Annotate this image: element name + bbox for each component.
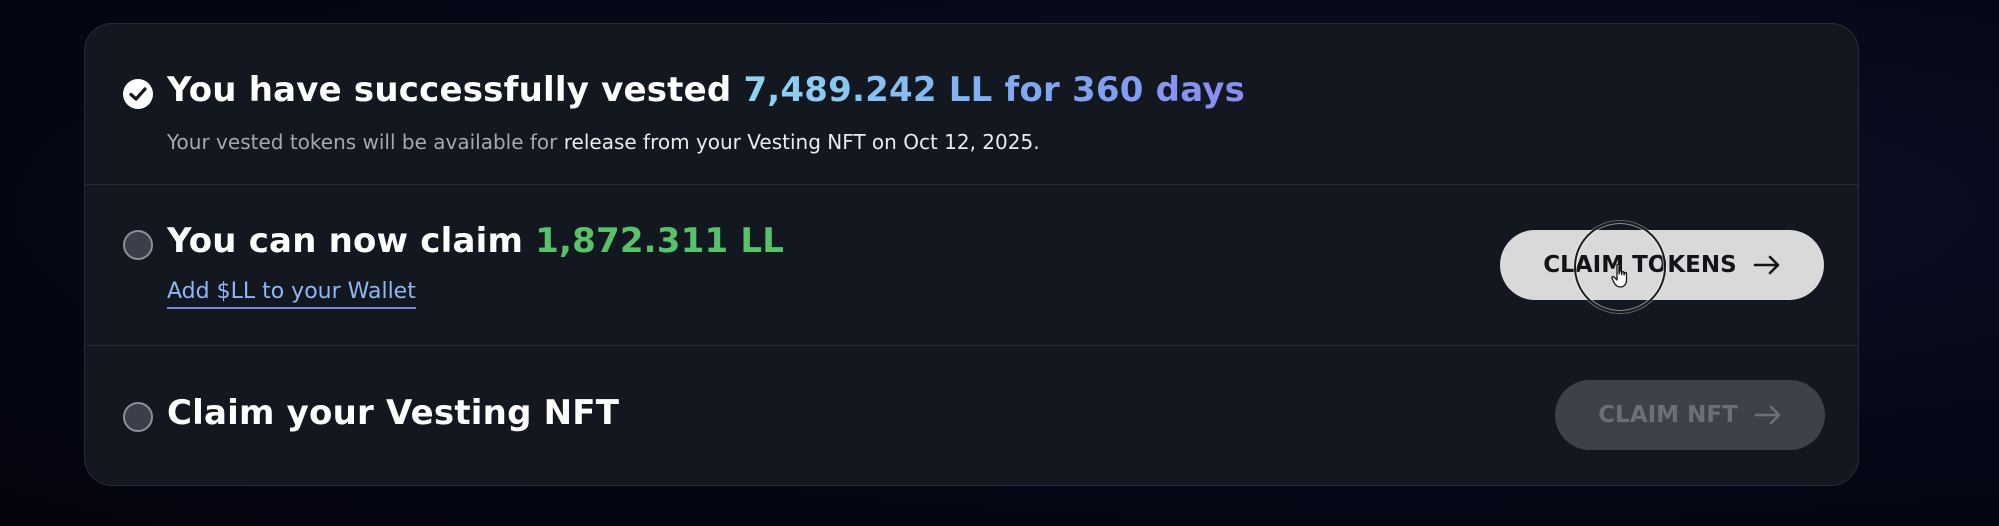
claim-nft-title: Claim your Vesting NFT	[167, 393, 620, 433]
vested-subtitle-prefix: Your vested tokens will be available for	[167, 130, 564, 154]
step-vested: You have successfully vested 7,489.242 L…	[85, 24, 1858, 185]
arrow-right-icon	[1754, 405, 1781, 425]
claim-tokens-title: You can now claim 1,872.311 LL	[167, 221, 784, 261]
add-to-wallet-link[interactable]: Add $LL to your Wallet	[167, 279, 416, 309]
claim-tokens-title-prefix: You can now claim	[167, 221, 536, 261]
arrow-right-icon	[1753, 255, 1779, 275]
vested-amount-duration: 7,489.242 LL for 360 days	[743, 70, 1246, 110]
claim-nft-button[interactable]: CLAIM NFT	[1555, 380, 1825, 450]
empty-circle-icon	[123, 230, 153, 260]
claimable-amount: 1,872.311 LL	[535, 221, 785, 261]
claim-tokens-label: CLAIM TOKENS	[1543, 252, 1737, 278]
check-circle-icon	[123, 79, 153, 109]
vested-release-date: release from your Vesting NFT on Oct 12,…	[563, 130, 1040, 154]
empty-circle-icon	[123, 402, 153, 432]
vested-subtitle: Your vested tokens will be available for…	[167, 130, 1040, 154]
vested-title: You have successfully vested 7,489.242 L…	[167, 70, 1245, 110]
step-claim-tokens: You can now claim 1,872.311 LL Add $LL t…	[85, 185, 1858, 346]
vesting-status-card: You have successfully vested 7,489.242 L…	[84, 23, 1859, 486]
claim-tokens-button[interactable]: CLAIM TOKENS	[1500, 230, 1824, 300]
claim-nft-label: CLAIM NFT	[1598, 402, 1738, 428]
step-claim-nft: Claim your Vesting NFT CLAIM NFT	[85, 346, 1858, 485]
vested-title-prefix: You have successfully vested	[167, 70, 744, 110]
